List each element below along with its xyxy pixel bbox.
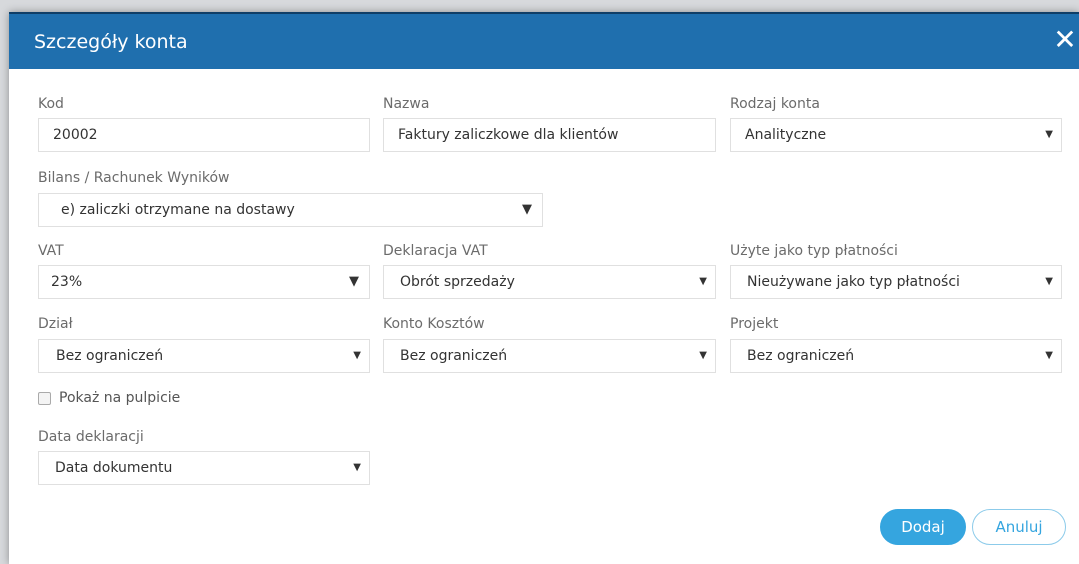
deklaracja-vat-select[interactable]: Obrót sprzedaży ▼ (383, 265, 716, 299)
bilans-value: e) zaliczki otrzymane na dostawy (61, 202, 295, 218)
konto-kosztow-value: Bez ograniczeń (400, 348, 508, 364)
chevron-down-icon: ▼ (349, 274, 359, 289)
data-deklaracji-value: Data dokumentu (55, 460, 173, 476)
typ-platnosci-label: Użyte jako typ płatności (730, 243, 898, 259)
bilans-label: Bilans / Rachunek Wyników (38, 170, 230, 186)
show-on-desktop-checkbox[interactable] (38, 391, 51, 405)
deklaracja-vat-value: Obrót sprzedaży (400, 274, 515, 290)
vat-value: 23% (51, 274, 83, 290)
dialog-title: Szczegóły konta (34, 31, 188, 53)
dzial-select[interactable]: Bez ograniczeń ▼ (38, 339, 370, 373)
projekt-label: Projekt (730, 316, 779, 332)
nazwa-label: Nazwa (383, 96, 430, 112)
vat-select[interactable]: 23% ▼ (38, 265, 370, 299)
chevron-down-icon: ▼ (699, 350, 707, 361)
close-icon[interactable]: ✕ (1053, 22, 1077, 58)
account-details-dialog: Szczegóły konta ✕ Kod 20002 Nazwa Faktur… (9, 12, 1079, 564)
projekt-select[interactable]: Bez ograniczeń ▼ (730, 339, 1062, 373)
nazwa-value: Faktury zaliczkowe dla klientów (398, 127, 619, 143)
data-deklaracji-select[interactable]: Data dokumentu ▼ (38, 451, 370, 485)
rodzaj-konta-label: Rodzaj konta (730, 96, 820, 112)
chevron-down-icon: ▼ (353, 350, 361, 361)
vat-label: VAT (38, 243, 64, 259)
deklaracja-vat-label: Deklaracja VAT (383, 243, 488, 259)
rodzaj-konta-select[interactable]: Analityczne ▼ (730, 118, 1062, 152)
konto-kosztow-label: Konto Kosztów (383, 316, 485, 332)
cancel-button[interactable]: Anuluj (972, 509, 1066, 545)
data-deklaracji-label: Data deklaracji (38, 429, 144, 445)
rodzaj-konta-value: Analityczne (745, 127, 827, 143)
nazwa-input[interactable]: Faktury zaliczkowe dla klientów (383, 118, 716, 152)
chevron-down-icon: ▼ (1045, 129, 1053, 140)
kod-value: 20002 (53, 127, 98, 143)
konto-kosztow-select[interactable]: Bez ograniczeń ▼ (383, 339, 716, 373)
dialog-header: Szczegóły konta ✕ (9, 12, 1079, 69)
kod-label: Kod (38, 96, 64, 112)
typ-platnosci-select[interactable]: Nieużywane jako typ płatności ▼ (730, 265, 1062, 299)
chevron-down-icon: ▼ (1045, 276, 1053, 287)
bilans-select[interactable]: e) zaliczki otrzymane na dostawy ▼ (38, 193, 543, 227)
chevron-down-icon: ▼ (353, 462, 361, 473)
chevron-down-icon: ▼ (1045, 350, 1053, 361)
show-on-desktop-label: Pokaż na pulpicie (59, 390, 181, 406)
show-on-desktop-option[interactable]: Pokaż na pulpicie (38, 390, 180, 406)
dzial-value: Bez ograniczeń (56, 348, 164, 364)
projekt-value: Bez ograniczeń (747, 348, 855, 364)
typ-platnosci-value: Nieużywane jako typ płatności (747, 274, 960, 290)
chevron-down-icon: ▼ (522, 202, 532, 217)
chevron-down-icon: ▼ (699, 276, 707, 287)
add-button[interactable]: Dodaj (880, 509, 966, 545)
kod-input[interactable]: 20002 (38, 118, 370, 152)
dzial-label: Dział (38, 316, 73, 332)
